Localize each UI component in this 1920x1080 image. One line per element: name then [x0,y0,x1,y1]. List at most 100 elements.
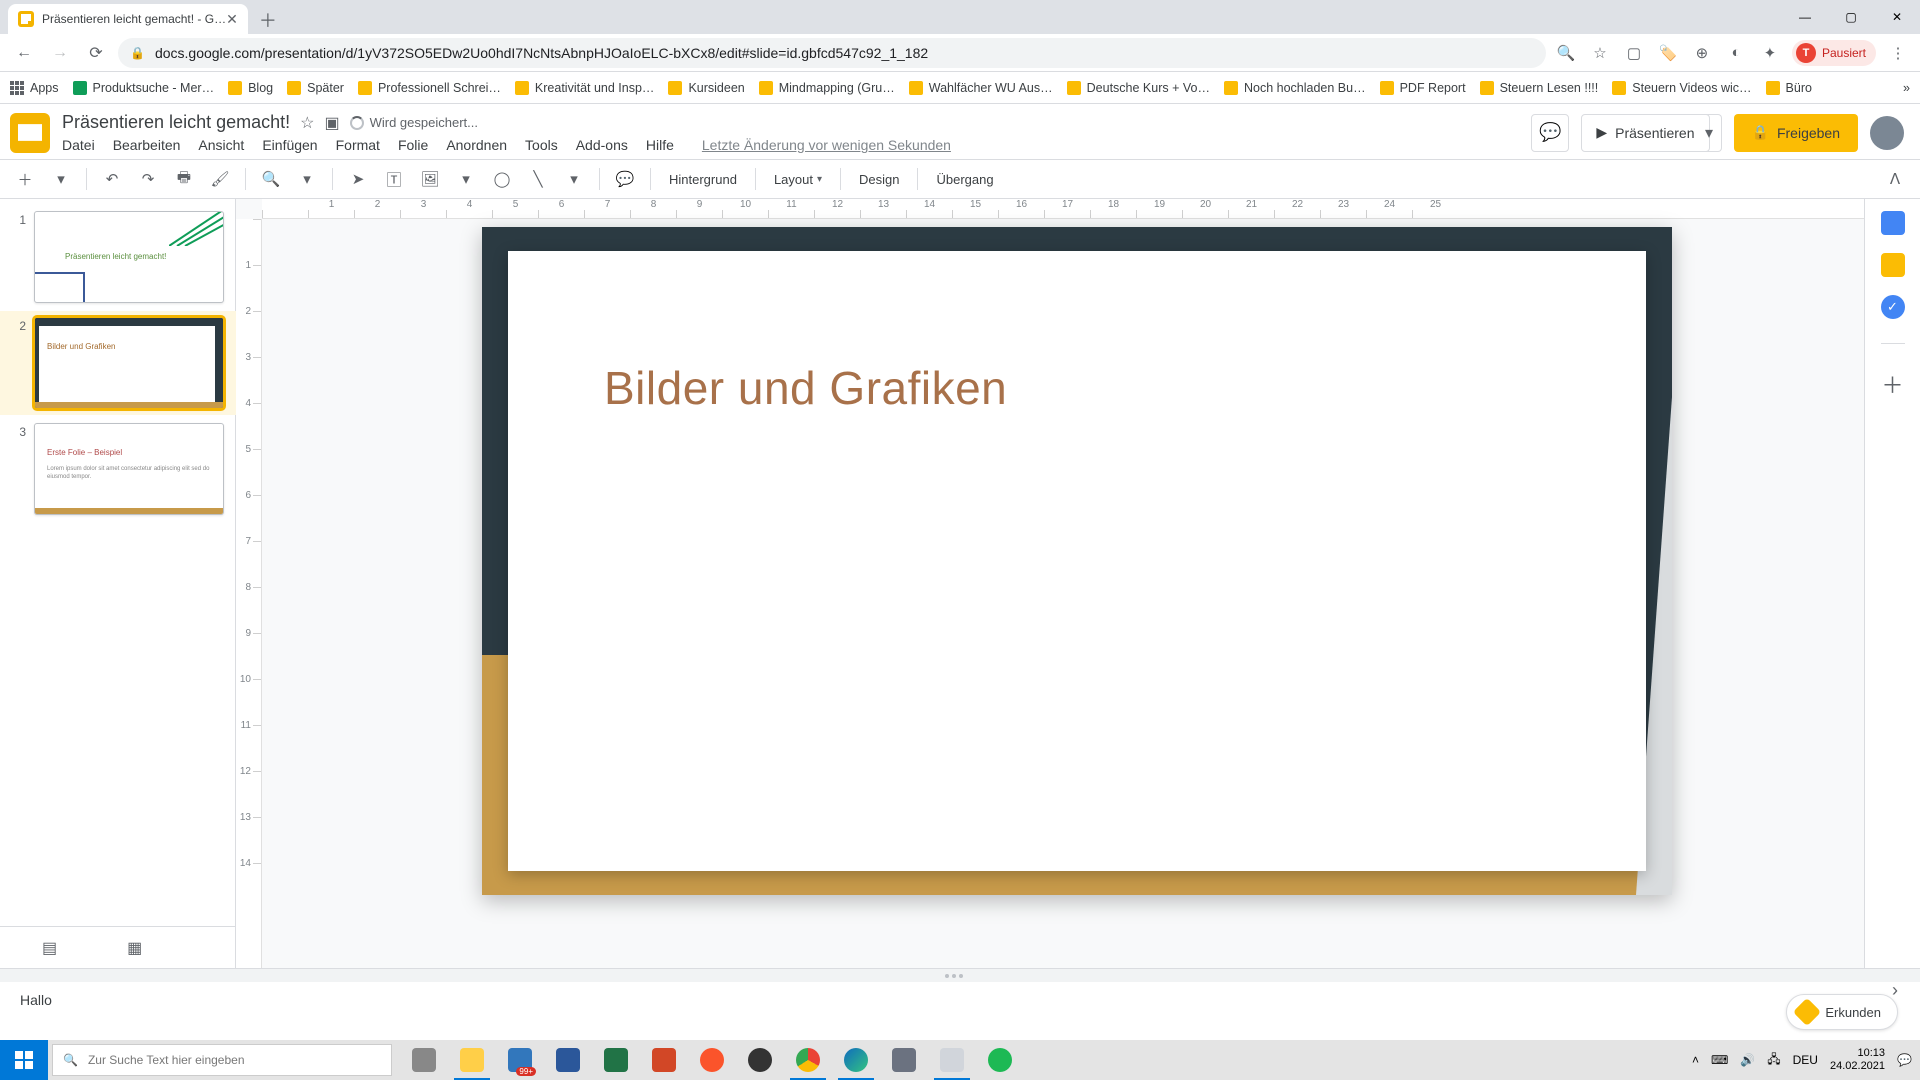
slide-title-text[interactable]: Bilder und Grafiken [604,361,1007,415]
slide-stage[interactable]: Bilder und Grafiken [262,219,1864,968]
taskbar-powerpoint[interactable] [640,1040,688,1080]
window-close-button[interactable] [1874,0,1920,34]
tray-clock[interactable]: 10:13 24.02.2021 [1830,1047,1885,1073]
nav-forward-button[interactable]: → [46,39,74,67]
print-button[interactable]: 🖶 [169,164,199,194]
tab-close-icon[interactable]: ✕ [226,11,238,28]
slide-thumb-3[interactable]: Erste Folie – Beispiel Lorem ipsum dolor… [34,423,224,515]
slide-thumb-1[interactable]: Präsentieren leicht gemacht! [34,211,224,303]
taskbar-obs[interactable] [736,1040,784,1080]
tasks-addon-icon[interactable] [1881,295,1905,319]
taskbar-chrome[interactable] [784,1040,832,1080]
translate-icon[interactable]: ⊕ [1690,41,1714,65]
bookmark-item[interactable]: Mindmapping (Gru… [759,81,895,95]
view-grid-icon[interactable]: ▦ [127,938,142,958]
nav-back-button[interactable]: ← [10,39,38,67]
taskbar-edge-legacy[interactable]: 99+ [496,1040,544,1080]
new-slide-button[interactable]: ＋ [10,164,40,194]
slides-logo-icon[interactable] [10,113,50,153]
select-tool-button[interactable]: ➤ [343,164,373,194]
tray-chevron-up-icon[interactable]: ˄ [1692,1053,1699,1067]
menu-hilfe[interactable]: Hilfe [646,137,674,153]
bookmark-item[interactable]: Büro [1766,81,1812,95]
paint-format-button[interactable]: 🖌 [205,164,235,194]
design-button[interactable]: Design [851,164,907,194]
background-button[interactable]: Hintergrund [661,164,745,194]
shopping-icon[interactable]: 🏷️ [1656,41,1680,65]
menu-folie[interactable]: Folie [398,137,428,153]
account-avatar[interactable] [1870,116,1904,150]
slide-content-card[interactable]: Bilder und Grafiken [508,251,1646,871]
zoom-dropdown[interactable]: ▾ [292,164,322,194]
browser-tab-active[interactable]: Präsentieren leicht gemacht! - G… ✕ [8,4,248,34]
bookmark-item[interactable]: Professionell Schrei… [358,81,501,95]
tray-keyboard-icon[interactable]: ⌨ [1711,1053,1728,1067]
line-button[interactable]: ╲ [523,164,553,194]
comments-button[interactable]: 💬 [1531,114,1569,152]
reader-icon[interactable]: ▢ [1622,41,1646,65]
extensions-icon[interactable]: ✦ [1758,41,1782,65]
address-bar[interactable]: 🔒 docs.google.com/presentation/d/1yV372S… [118,38,1546,68]
menu-anordnen[interactable]: Anordnen [446,137,507,153]
calendar-addon-icon[interactable] [1881,211,1905,235]
new-slide-dropdown[interactable]: ▾ [46,164,76,194]
tray-notifications-icon[interactable]: 💬 [1897,1053,1912,1067]
bookmark-item[interactable]: Noch hochladen Bu… [1224,81,1366,95]
tray-network-icon[interactable]: 🖧 [1767,1050,1780,1071]
doc-history-link[interactable]: Letzte Änderung vor wenigen Sekunden [702,137,951,153]
layout-dropdown[interactable]: Layout [766,164,830,194]
ruler-vertical[interactable] [236,219,262,968]
window-maximize-button[interactable] [1828,0,1874,34]
bookmark-item[interactable]: Steuern Lesen !!!! [1480,81,1599,95]
taskbar-search[interactable]: 🔍 Zur Suche Text hier eingeben [52,1044,392,1076]
notes-splitter[interactable] [0,968,1920,982]
shape-button[interactable]: ◯ [487,164,517,194]
bookmark-item[interactable]: Später [287,81,344,95]
nav-reload-button[interactable]: ⟳ [82,39,110,67]
notes-text[interactable]: Hallo [20,992,52,1008]
profile-chip-paused[interactable]: T Pausiert [1792,40,1876,66]
adblock-icon[interactable]: ◐ [1724,41,1748,65]
bookmark-item[interactable]: Wahlfächer WU Aus… [909,81,1053,95]
comment-insert-button[interactable]: 💬 [610,164,640,194]
bookmark-item[interactable]: Deutsche Kurs + Vo… [1067,81,1210,95]
bookmark-star-icon[interactable]: ☆ [1588,41,1612,65]
taskbar-notepad[interactable] [928,1040,976,1080]
slide-background[interactable]: Bilder und Grafiken [482,227,1672,895]
menu-datei[interactable]: Datei [62,137,95,153]
undo-button[interactable]: ↶ [97,164,127,194]
start-button[interactable] [0,1040,48,1080]
menu-ansicht[interactable]: Ansicht [198,137,244,153]
transition-button[interactable]: Übergang [928,164,1001,194]
tray-language[interactable]: DEU [1793,1053,1818,1067]
taskbar-word[interactable] [544,1040,592,1080]
view-filmstrip-icon[interactable]: ▤ [42,938,57,958]
present-button[interactable]: ▶ Präsentieren [1581,114,1709,152]
zoom-button[interactable]: 🔍 [256,164,286,194]
chrome-menu-icon[interactable]: ⋮ [1886,41,1910,65]
bookmark-item[interactable]: Kursideen [668,81,744,95]
image-button[interactable]: 🖼 [415,164,445,194]
ruler-horizontal[interactable] [262,199,1864,219]
redo-button[interactable]: ↷ [133,164,163,194]
bookmark-item[interactable]: Produktsuche - Mer… [73,81,215,95]
present-dropdown[interactable]: ▾ [1698,114,1722,152]
star-icon[interactable]: ☆ [300,113,314,133]
menu-format[interactable]: Format [336,137,380,153]
bookmark-item[interactable]: PDF Report [1380,81,1466,95]
menu-einfuegen[interactable]: Einfügen [262,137,317,153]
tray-volume-icon[interactable]: 🔊 [1740,1053,1755,1067]
add-addon-button[interactable]: ＋ [1881,368,1903,400]
taskbar-edge[interactable] [832,1040,880,1080]
taskbar-spotify[interactable] [976,1040,1024,1080]
filmstrip[interactable]: 1 Präsentieren leicht gemacht! 2 Bilder … [0,199,236,926]
taskbar-brave[interactable] [688,1040,736,1080]
slide-thumb-2[interactable]: Bilder und Grafiken [34,317,224,409]
task-view-button[interactable] [400,1040,448,1080]
zoom-icon[interactable]: 🔍 [1554,41,1578,65]
bookmark-item[interactable]: Kreativität und Insp… [515,81,655,95]
bookmark-item[interactable]: Steuern Videos wic… [1612,81,1751,95]
textbox-button[interactable]: 🅃 [379,164,409,194]
share-button[interactable]: 🔒 Freigeben [1734,114,1858,152]
notes-next-icon[interactable]: › [1892,980,1898,1001]
